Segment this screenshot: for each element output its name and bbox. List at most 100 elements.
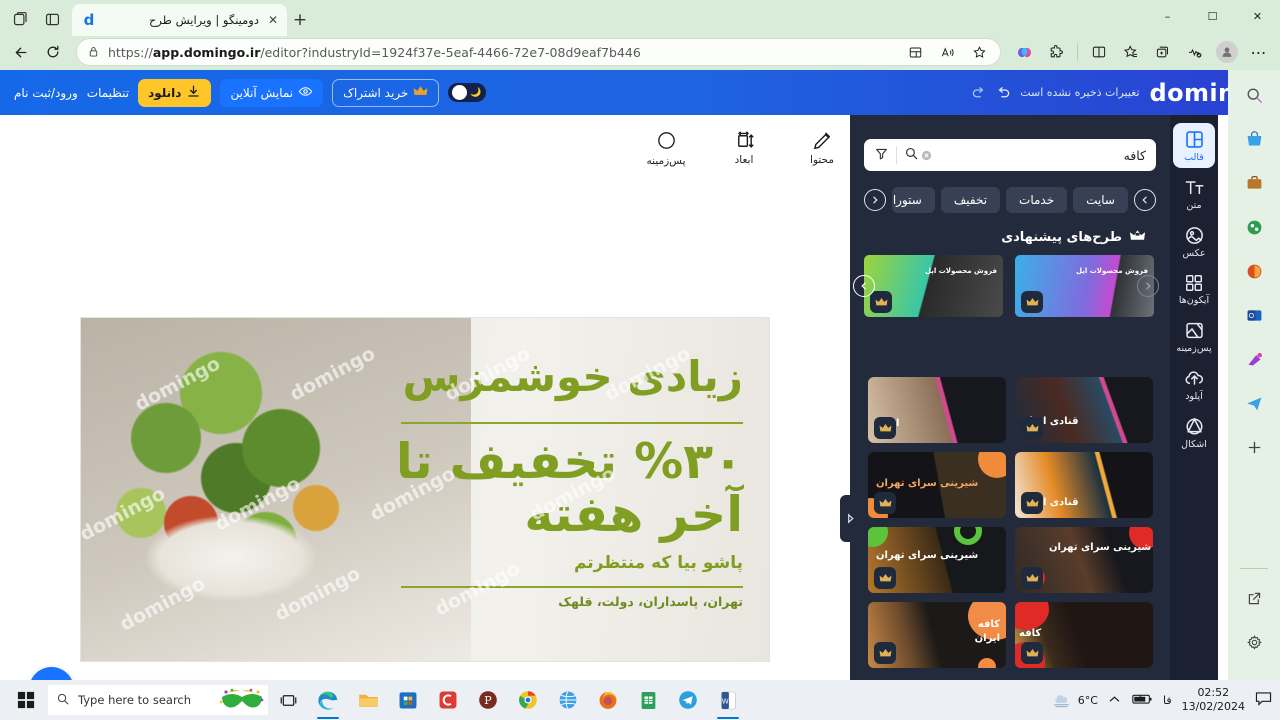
design-canvas[interactable]: زیادی خوشمزس %۳۰ تخفیف تا آخر هفته پاشو … bbox=[81, 318, 769, 661]
browser-more-icon[interactable]: ⋯ bbox=[1244, 37, 1274, 67]
taskbar-p-app-icon[interactable]: P bbox=[468, 680, 508, 720]
suggested-template-card[interactable]: فروش محصولات اپل bbox=[864, 255, 1003, 317]
search-icon[interactable] bbox=[904, 146, 919, 165]
canvas-discount[interactable]: %۳۰ تخفیف تا آخر هفته bbox=[396, 435, 743, 542]
profile-avatar[interactable] bbox=[1212, 37, 1242, 67]
suggested-next-button[interactable] bbox=[1137, 275, 1159, 297]
taskbar-edge-icon[interactable] bbox=[308, 680, 348, 720]
canvas-subtitle[interactable]: پاشو بیا که منتظرتم bbox=[574, 553, 743, 573]
edge-office-icon[interactable] bbox=[1239, 256, 1269, 286]
taskbar-word-icon[interactable]: W bbox=[708, 680, 748, 720]
clear-icon[interactable] bbox=[921, 146, 932, 165]
rail-item-upload[interactable]: آپلود bbox=[1173, 362, 1215, 407]
favorite-star-icon[interactable] bbox=[964, 37, 994, 67]
taskbar-globe-icon[interactable] bbox=[548, 680, 588, 720]
template-card[interactable]: قنادی ایران bbox=[1015, 452, 1153, 518]
edge-settings-icon[interactable] bbox=[1239, 627, 1269, 657]
edge-search-icon[interactable] bbox=[1239, 80, 1269, 110]
template-card[interactable]: کافه ایران bbox=[868, 602, 1006, 668]
taskbar-microsoft-store-icon[interactable] bbox=[388, 680, 428, 720]
rail-item-template[interactable]: قالب bbox=[1173, 123, 1215, 168]
edge-open-in-window-icon[interactable] bbox=[1239, 583, 1269, 613]
rail-item-icons[interactable]: آیکون‌ها bbox=[1173, 267, 1215, 311]
taskbar-clock[interactable]: 02:52 13/02/2024 bbox=[1182, 686, 1245, 714]
template-card[interactable]: قنادی ایران bbox=[1015, 377, 1153, 443]
redo-icon[interactable] bbox=[970, 84, 987, 101]
edge-tools-icon[interactable] bbox=[1239, 168, 1269, 198]
settings-link[interactable]: تنظیمات bbox=[87, 86, 129, 100]
edge-games-icon[interactable] bbox=[1239, 212, 1269, 242]
template-card[interactable]: کافه bbox=[1015, 602, 1153, 668]
template-card[interactable]: ایران bbox=[868, 377, 1006, 443]
canvas-address[interactable]: تهران، پاسداران، دولت، قلهک bbox=[558, 594, 743, 609]
add-tab-to-collection-icon[interactable] bbox=[1148, 37, 1178, 67]
panel-collapse-button[interactable] bbox=[840, 495, 861, 542]
split-screen-icon[interactable] bbox=[900, 37, 930, 67]
task-view-button[interactable] bbox=[268, 680, 308, 720]
chip-restaurant-food[interactable]: ستوران و تغذیه bbox=[892, 187, 935, 213]
taskbar-camtasia-icon[interactable] bbox=[428, 680, 468, 720]
browser-essentials-icon[interactable] bbox=[1180, 37, 1210, 67]
template-search[interactable] bbox=[864, 139, 1156, 171]
chip-discount[interactable]: تخفیف bbox=[940, 187, 1001, 213]
battery-charging-icon[interactable] bbox=[1131, 691, 1153, 710]
canvas-area[interactable]: زیادی خوشمزس %۳۰ تخفیف تا آخر هفته پاشو … bbox=[0, 175, 850, 712]
download-button[interactable]: دانلود bbox=[138, 78, 212, 107]
taskbar-sheets-icon[interactable] bbox=[628, 680, 668, 720]
rail-item-shapes[interactable]: اشکال bbox=[1173, 410, 1215, 455]
chip-services[interactable]: خدمات bbox=[1006, 187, 1068, 213]
suggested-prev-button[interactable] bbox=[853, 275, 875, 297]
weather-widget[interactable]: 6°C bbox=[1050, 689, 1098, 712]
reload-icon[interactable] bbox=[38, 37, 68, 67]
canvas-headline[interactable]: زیادی خوشمزس bbox=[402, 352, 744, 401]
start-button[interactable] bbox=[4, 680, 48, 720]
window-close-button[interactable]: ✕ bbox=[1235, 0, 1280, 32]
minimize-button[interactable]: – bbox=[1145, 0, 1190, 32]
undo-icon[interactable] bbox=[995, 84, 1012, 101]
chips-next-button[interactable] bbox=[1134, 189, 1156, 211]
tab-group-icon[interactable] bbox=[6, 5, 34, 33]
rail-item-image[interactable]: عکس bbox=[1173, 219, 1215, 264]
split-window-icon[interactable] bbox=[1084, 37, 1114, 67]
chips-prev-button[interactable] bbox=[864, 189, 886, 211]
extensions-icon[interactable] bbox=[1041, 37, 1071, 67]
tool-background[interactable]: پس‌زمینه bbox=[638, 129, 694, 167]
buy-subscription-button[interactable]: خرید اشتراک bbox=[332, 78, 440, 107]
taskbar-file-explorer-icon[interactable] bbox=[348, 680, 388, 720]
edge-outlook-icon[interactable]: O bbox=[1239, 300, 1269, 330]
taskbar-telegram-icon[interactable] bbox=[668, 680, 708, 720]
search-input[interactable] bbox=[932, 147, 1146, 163]
language-indicator[interactable]: فا bbox=[1163, 694, 1172, 707]
chip-site[interactable]: سایت bbox=[1073, 187, 1128, 213]
dark-mode-toggle[interactable]: 🌙 bbox=[448, 83, 487, 102]
edge-shopping-icon[interactable] bbox=[1239, 124, 1269, 154]
copilot-icon[interactable] bbox=[1009, 37, 1039, 67]
tray-overflow-icon[interactable] bbox=[1108, 691, 1121, 710]
read-aloud-icon[interactable] bbox=[932, 37, 962, 67]
rail-item-background[interactable]: پس‌زمینه bbox=[1173, 314, 1215, 359]
maximize-button[interactable]: ☐ bbox=[1190, 0, 1235, 32]
taskbar-chrome-icon[interactable] bbox=[508, 680, 548, 720]
edge-designer-icon[interactable] bbox=[1239, 344, 1269, 374]
new-tab-button[interactable]: + bbox=[287, 7, 313, 33]
taskbar-search[interactable]: Type here to search bbox=[48, 685, 268, 715]
online-preview-button[interactable]: نمایش آنلاین bbox=[220, 78, 324, 107]
filter-icon[interactable] bbox=[874, 146, 889, 165]
collections-icon[interactable] bbox=[1116, 37, 1146, 67]
template-card[interactable]: شیرینی سرای تهران bbox=[1015, 527, 1153, 593]
template-card[interactable]: شیرینی سرای تهران bbox=[868, 527, 1006, 593]
browser-tab[interactable]: d دومینگو | ویرایش طرح ✕ bbox=[72, 4, 287, 36]
close-icon[interactable]: ✕ bbox=[265, 12, 281, 28]
address-bar[interactable]: https://app.domingo.ir/editor?industryId… bbox=[76, 38, 1001, 66]
template-card[interactable]: شیرینی سرای تهران bbox=[868, 452, 1006, 518]
tab-panel-icon[interactable] bbox=[38, 5, 66, 33]
notification-icon[interactable] bbox=[1255, 691, 1272, 710]
suggested-template-card[interactable]: فروش محصولات اپل bbox=[1015, 255, 1154, 317]
taskbar-firefox-icon[interactable] bbox=[588, 680, 628, 720]
edge-add-icon[interactable] bbox=[1239, 432, 1269, 462]
login-register-link[interactable]: ورود/ثبت نام bbox=[14, 86, 78, 100]
edge-send-icon[interactable] bbox=[1239, 388, 1269, 418]
tool-content[interactable]: محتوا bbox=[794, 130, 850, 166]
rail-item-text[interactable]: متن bbox=[1173, 171, 1215, 216]
back-icon[interactable] bbox=[6, 37, 36, 67]
